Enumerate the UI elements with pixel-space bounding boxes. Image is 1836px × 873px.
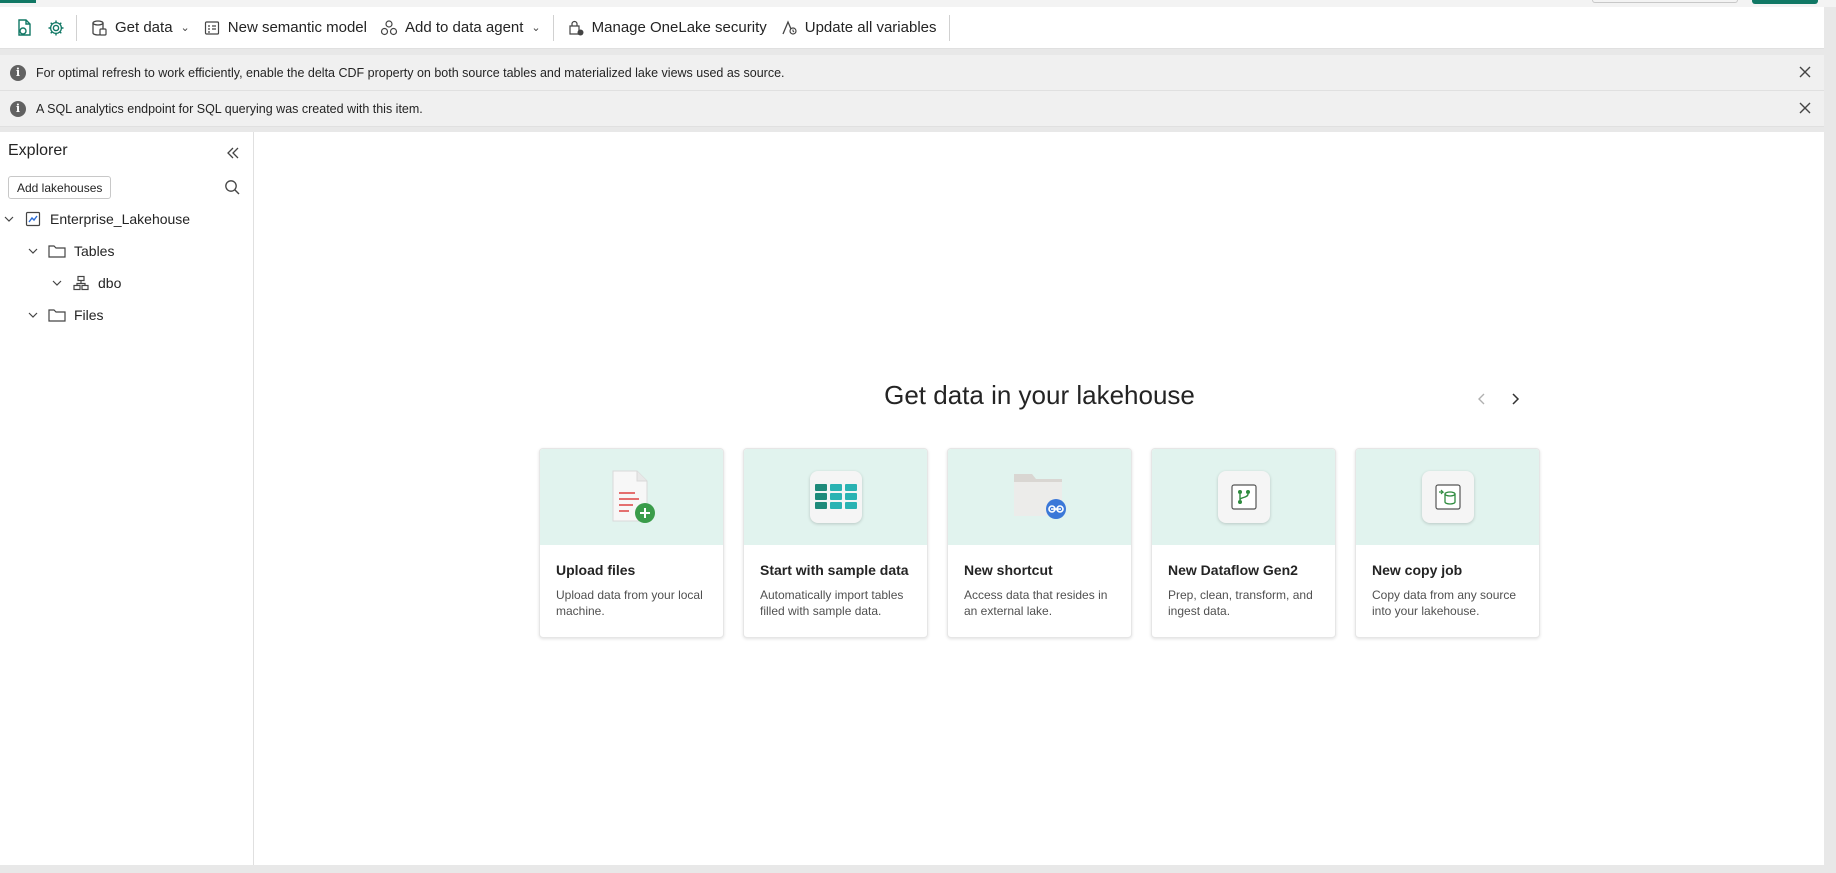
card-header	[744, 449, 927, 545]
double-chevron-left-icon	[227, 147, 239, 159]
collapse-pane-button[interactable]	[223, 143, 243, 163]
window-bottom-edge	[0, 865, 1836, 873]
lock-database-icon	[566, 18, 586, 38]
carousel-previous-button[interactable]	[1471, 388, 1493, 410]
tree-item-files[interactable]: Files	[26, 302, 104, 328]
dataflow-icon	[1217, 471, 1270, 523]
get-data-button[interactable]: Get data ⌄	[83, 13, 196, 43]
add-lakehouses-button[interactable]: Add lakehouses	[8, 176, 112, 199]
chevron-down-icon: ⌄	[180, 22, 190, 34]
manage-onelake-security-label: Manage OneLake security	[591, 19, 767, 36]
shortcut-folder-icon	[1012, 470, 1068, 525]
tree-item-label: Enterprise_Lakehouse	[50, 211, 191, 227]
card-title: New copy job	[1372, 562, 1463, 578]
top-strip	[0, 0, 1836, 7]
get-data-label: Get data	[115, 19, 173, 36]
card-title: Upload files	[556, 562, 636, 578]
toolbar-separator	[948, 14, 950, 41]
card-header	[948, 449, 1131, 545]
carousel-next-button[interactable]	[1504, 388, 1526, 410]
explorer-title: Explorer	[8, 142, 68, 159]
work-area: Explorer Add lakehouses Enterprise_Lakeh…	[0, 132, 1824, 865]
data-agent-icon	[379, 18, 399, 38]
upload-file-icon	[609, 469, 655, 525]
sample-table-icon	[809, 471, 862, 523]
tree-item-label: dbo	[98, 275, 122, 291]
info-icon: i	[10, 100, 26, 117]
info-icon: i	[10, 64, 26, 81]
chevron-down-icon[interactable]	[50, 276, 64, 290]
folder-icon	[48, 242, 66, 260]
card-description: Copy data from any source into your lake…	[1372, 588, 1517, 618]
toolbar-separator	[552, 14, 554, 41]
tree-item-label: Files	[74, 307, 104, 323]
semantic-model-icon	[202, 18, 222, 38]
card-header	[1152, 449, 1335, 545]
update-all-variables-label: Update all variables	[804, 19, 937, 36]
card-description: Prep, clean, transform, and ingest data.	[1168, 588, 1313, 618]
chevron-left-icon	[1478, 393, 1485, 405]
manage-onelake-security-button[interactable]: Manage OneLake security	[560, 13, 773, 43]
card-new-dataflow[interactable]: New Dataflow Gen2 Prep, clean, transform…	[1151, 448, 1336, 638]
chevron-down-icon[interactable]	[2, 212, 16, 226]
database-icon	[89, 18, 109, 38]
update-all-variables-button[interactable]: Update all variables	[773, 13, 943, 43]
card-header	[1356, 449, 1539, 545]
top-primary-button-edge[interactable]	[1752, 0, 1818, 4]
card-description: Upload data from your local machine.	[556, 588, 703, 618]
card-description: Automatically import tables filled with …	[760, 588, 904, 618]
info-banner-cdf: i For optimal refresh to work efficientl…	[0, 55, 1824, 91]
new-semantic-model-label: New semantic model	[227, 19, 367, 36]
active-tab-indicator	[0, 0, 36, 3]
chevron-down-icon[interactable]	[26, 308, 40, 322]
banner-text: A SQL analytics endpoint for SQL queryin…	[36, 101, 423, 116]
chevron-right-icon	[1512, 393, 1520, 405]
card-new-copy-job[interactable]: New copy job Copy data from any source i…	[1355, 448, 1540, 638]
card-title: New shortcut	[964, 562, 1053, 578]
lakehouse-refresh-button[interactable]	[10, 13, 38, 43]
close-icon[interactable]	[1796, 99, 1814, 117]
main-content: Get data in your lakehouse Upload files …	[255, 132, 1824, 865]
page-title: Get data in your lakehouse	[884, 380, 1195, 410]
new-semantic-model-button[interactable]: New semantic model	[196, 13, 373, 43]
schema-icon	[72, 274, 90, 292]
card-sample-data[interactable]: Start with sample data Automatically imp…	[743, 448, 928, 638]
add-to-data-agent-label: Add to data agent	[404, 19, 524, 36]
card-new-shortcut[interactable]: New shortcut Access data that resides in…	[947, 448, 1132, 638]
tree-item-label: Tables	[74, 243, 115, 259]
chevron-down-icon[interactable]	[26, 244, 40, 258]
copy-job-icon	[1421, 471, 1474, 523]
info-banner-sql-endpoint: i A SQL analytics endpoint for SQL query…	[0, 91, 1824, 127]
toolbar-separator	[76, 14, 77, 41]
variables-icon	[779, 18, 799, 38]
card-title: Start with sample data	[760, 562, 909, 578]
ribbon-toolbar: Get data ⌄ New semantic model Add to dat…	[0, 7, 1824, 49]
explorer-pane: Explorer Add lakehouses Enterprise_Lakeh…	[0, 132, 254, 865]
tree-item-tables[interactable]: Tables	[26, 238, 114, 264]
gear-icon	[46, 18, 66, 38]
settings-button[interactable]	[42, 13, 70, 43]
lakehouse-file-icon	[14, 18, 34, 38]
card-description: Access data that resides in an external …	[964, 588, 1108, 618]
lakehouse-icon	[24, 210, 42, 228]
banner-text: For optimal refresh to work efficiently,…	[36, 65, 785, 80]
search-icon	[225, 180, 240, 195]
search-button[interactable]	[222, 177, 242, 197]
card-title: New Dataflow Gen2	[1168, 562, 1298, 578]
tree-item-lakehouse[interactable]: Enterprise_Lakehouse	[2, 206, 190, 232]
tree-item-schema[interactable]: dbo	[50, 270, 121, 296]
card-header	[540, 449, 723, 545]
chevron-down-icon: ⌄	[531, 22, 541, 34]
card-upload-files[interactable]: Upload files Upload data from your local…	[539, 448, 724, 638]
folder-icon	[48, 306, 66, 324]
top-search-box-edge[interactable]	[1592, 0, 1738, 3]
add-to-data-agent-button[interactable]: Add to data agent ⌄	[373, 13, 547, 43]
close-icon[interactable]	[1796, 63, 1814, 81]
